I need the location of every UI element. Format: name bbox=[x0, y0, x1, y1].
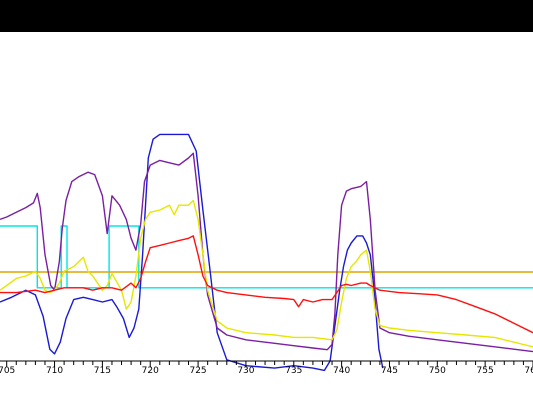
x-tick-label: 725 bbox=[189, 366, 206, 376]
series-layer bbox=[0, 133, 533, 372]
x-axis: 705 710 715 720 725 730 735 740 745 750 755 760 bbox=[0, 360, 533, 376]
x-tick-label: 730 bbox=[237, 366, 254, 376]
series-line-3 bbox=[0, 152, 533, 353]
series-line-2 bbox=[0, 133, 384, 372]
series-line-5 bbox=[0, 235, 533, 334]
x-tick-label: 715 bbox=[94, 366, 111, 376]
x-tick-label: 735 bbox=[285, 366, 302, 376]
x-tick-label: 760 bbox=[524, 366, 533, 376]
x-tick-label: 740 bbox=[333, 366, 350, 376]
x-tick-label: 745 bbox=[381, 366, 398, 376]
line-chart: 705 710 715 720 725 730 735 740 745 750 755 760 bbox=[0, 133, 533, 376]
x-tick-label: 755 bbox=[477, 366, 494, 376]
x-tick-label: 720 bbox=[142, 366, 159, 376]
x-tick-label: 705 bbox=[0, 366, 15, 376]
chart-window: 705 710 715 720 725 730 735 740 745 750 755 760 bbox=[0, 0, 533, 400]
x-tick-label: 750 bbox=[429, 366, 446, 376]
series-line-4 bbox=[0, 199, 533, 348]
x-tick-label: 710 bbox=[46, 366, 63, 376]
series-line-0 bbox=[0, 225, 533, 289]
